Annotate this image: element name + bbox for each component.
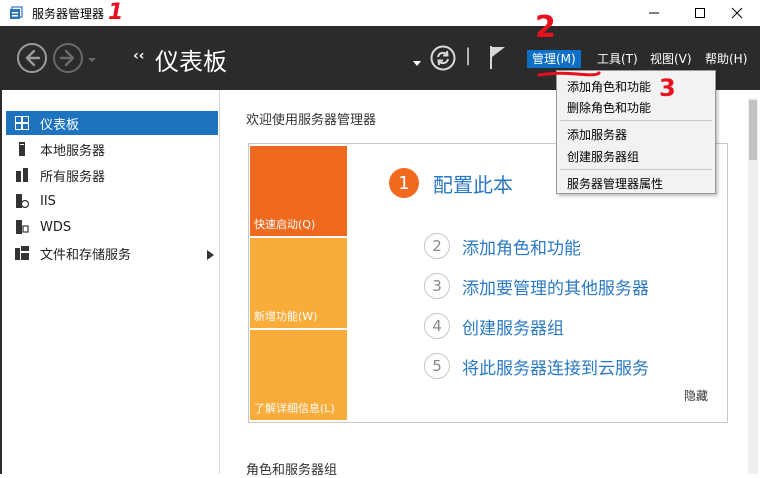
step-add-other-servers[interactable]: 3 添加要管理的其他服务器 bbox=[424, 273, 649, 299]
menu-separator bbox=[560, 169, 712, 170]
back-arrow-icon bbox=[25, 49, 41, 67]
back-button[interactable] bbox=[17, 43, 47, 73]
file-storage-icon bbox=[14, 245, 30, 261]
page-title: 仪表板 bbox=[155, 48, 227, 76]
sidebar-item-label: 所有服务器 bbox=[40, 169, 106, 185]
window-title: 服务器管理器 bbox=[32, 7, 105, 21]
welcome-title: 欢迎使用服务器管理器 bbox=[246, 113, 377, 128]
step-create-server-group[interactable]: 4 创建服务器组 bbox=[424, 313, 564, 339]
scrollbar-thumb[interactable] bbox=[749, 100, 757, 160]
forward-arrow-icon bbox=[59, 49, 75, 67]
menu-manage[interactable]: 管理(M) bbox=[527, 50, 581, 68]
sidebar-item-label: 仪表板 bbox=[40, 117, 80, 133]
step-number-badge: 5 bbox=[424, 353, 450, 379]
sidebar-item-label: IIS bbox=[40, 193, 56, 209]
sidebar-item-label: 文件和存储服务 bbox=[40, 247, 132, 263]
history-dropdown-button[interactable] bbox=[87, 53, 97, 67]
hide-welcome-link[interactable]: 隐藏 bbox=[684, 387, 708, 404]
menu-help[interactable]: 帮助(H) bbox=[700, 50, 752, 68]
toolbar-separator: | bbox=[465, 45, 472, 66]
iis-icon bbox=[14, 193, 30, 209]
maximize-icon bbox=[695, 8, 705, 18]
server-manager-app-icon bbox=[9, 5, 25, 21]
annotation-mark-3: 3 bbox=[659, 74, 676, 102]
breadcrumb-dropdown-button[interactable] bbox=[413, 56, 421, 70]
minimize-button[interactable] bbox=[631, 0, 677, 26]
window-left-edge bbox=[0, 90, 2, 474]
step-configure-local-server[interactable]: 1 配置此本 bbox=[389, 168, 513, 198]
tile-quick-start[interactable]: 快速启动(Q) bbox=[250, 146, 347, 236]
step-number-badge: 3 bbox=[424, 273, 450, 299]
sidebar-item-label: WDS bbox=[40, 219, 72, 235]
sidebar-item-file-storage[interactable]: 文件和存储服务 bbox=[6, 241, 218, 265]
chevron-down-icon bbox=[88, 58, 96, 62]
step-number-badge: 2 bbox=[424, 233, 450, 259]
sidebar-item-wds[interactable]: WDS bbox=[6, 215, 218, 239]
step-label: 添加要管理的其他服务器 bbox=[462, 278, 649, 299]
forward-button[interactable] bbox=[53, 43, 83, 73]
menu-item-create-server-group[interactable]: 创建服务器组 bbox=[567, 148, 639, 165]
roles-section-title: 角色和服务器组 bbox=[246, 463, 338, 478]
step-label: 添加角色和功能 bbox=[462, 238, 581, 259]
step-label: 创建服务器组 bbox=[462, 318, 564, 339]
breadcrumb-arrows: ‹‹ bbox=[133, 48, 145, 64]
step-number-badge: 1 bbox=[389, 168, 419, 198]
minimize-icon bbox=[649, 12, 659, 14]
step-label: 配置此本 bbox=[433, 172, 513, 197]
sidebar-item-label: 本地服务器 bbox=[40, 143, 106, 159]
tile-label: 了解详细信息(L) bbox=[254, 402, 335, 415]
refresh-button[interactable] bbox=[430, 45, 456, 74]
tile-label: 快速启动(Q) bbox=[254, 218, 316, 231]
tile-learn-more[interactable]: 了解详细信息(L) bbox=[250, 330, 347, 420]
close-button[interactable] bbox=[714, 0, 760, 26]
sidebar-item-local-server[interactable]: 本地服务器 bbox=[6, 137, 218, 161]
sidebar-item-iis[interactable]: IIS bbox=[6, 189, 218, 213]
menu-item-add-servers[interactable]: 添加服务器 bbox=[567, 126, 627, 143]
sidebar-item-all-servers[interactable]: 所有服务器 bbox=[6, 163, 218, 187]
step-number-badge: 4 bbox=[424, 313, 450, 339]
all-servers-icon bbox=[14, 167, 30, 183]
menu-tools[interactable]: 工具(T) bbox=[592, 50, 643, 68]
menu-separator bbox=[560, 120, 712, 121]
flag-icon bbox=[490, 46, 505, 69]
wds-icon bbox=[14, 219, 30, 235]
step-connect-cloud[interactable]: 5 将此服务器连接到云服务 bbox=[424, 353, 649, 379]
annotation-underline bbox=[537, 67, 601, 81]
dashboard-icon bbox=[14, 115, 30, 131]
notifications-button[interactable] bbox=[487, 44, 509, 73]
sidebar-item-dashboard[interactable]: 仪表板 bbox=[6, 111, 218, 135]
tile-whats-new[interactable]: 新增功能(W) bbox=[250, 238, 347, 328]
local-server-icon bbox=[14, 141, 30, 157]
step-add-roles-features[interactable]: 2 添加角色和功能 bbox=[424, 233, 581, 259]
chevron-down-icon bbox=[413, 61, 421, 66]
menu-view[interactable]: 视图(V) bbox=[645, 50, 697, 68]
annotation-mark-1: 1 bbox=[108, 0, 124, 25]
chevron-right-icon bbox=[207, 250, 214, 260]
close-icon bbox=[731, 7, 743, 19]
annotation-mark-2: 2 bbox=[535, 10, 556, 45]
refresh-icon bbox=[430, 45, 456, 71]
menu-item-remove-roles-features[interactable]: 删除角色和功能 bbox=[567, 99, 651, 116]
tile-label: 新增功能(W) bbox=[254, 310, 318, 323]
step-label: 将此服务器连接到云服务 bbox=[462, 358, 649, 379]
menu-item-server-manager-properties[interactable]: 服务器管理器属性 bbox=[567, 175, 663, 192]
expand-submenu-button[interactable] bbox=[207, 249, 214, 263]
